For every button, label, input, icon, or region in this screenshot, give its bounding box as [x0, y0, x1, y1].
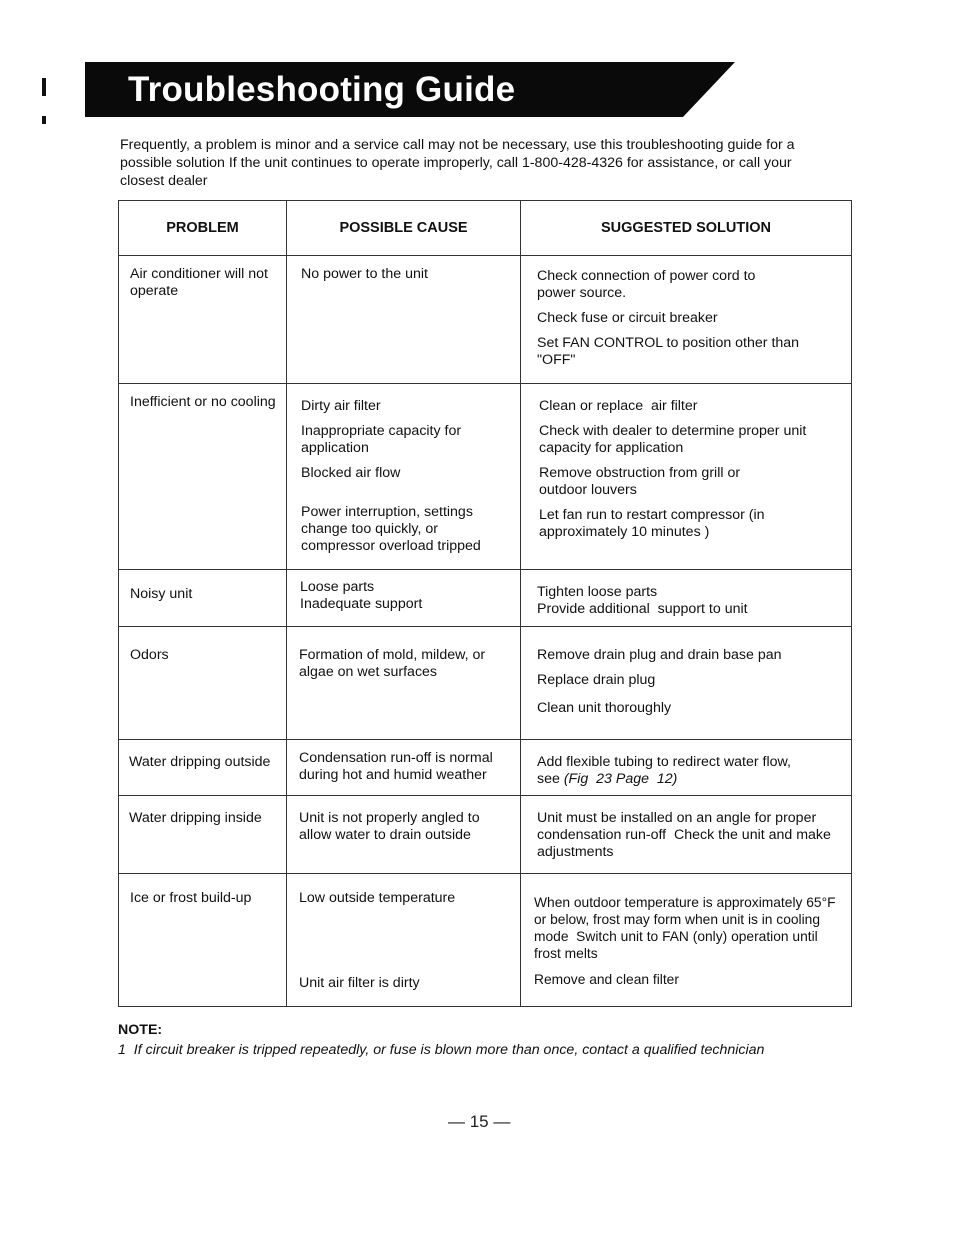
cause-item: Power interruption, settings change too …: [301, 504, 481, 554]
cause-cell: Low outside temperature Unit air filter …: [286, 873, 521, 1007]
cause-item: Loose parts: [300, 579, 375, 595]
margin-mark: [42, 116, 46, 124]
page-title: Troubleshooting Guide: [128, 70, 516, 109]
problem-cell: Water dripping inside: [118, 795, 287, 874]
intro-paragraph: Frequently, a problem is minor and a ser…: [120, 137, 795, 189]
cause-item: Inadequate support: [300, 596, 423, 612]
problem-cell: Water dripping outside: [118, 739, 287, 796]
cause-cell: No power to the unit: [286, 255, 521, 384]
problem-cell: Air conditioner will not operate: [118, 255, 287, 384]
solution-cell: Unit must be installed on an angle for p…: [520, 795, 852, 874]
solution-item: When outdoor temperature is approximatel…: [534, 895, 840, 961]
table-row: Air conditioner will not operate No powe…: [118, 255, 852, 384]
solution-cell: Tighten loose parts Provide additional s…: [520, 569, 852, 627]
solution-item: Clean unit thoroughly: [537, 700, 672, 716]
cause-cell: Dirty air filter Inappropriate capacity …: [286, 383, 521, 570]
solution-cell: Add flexible tubing to redirect water fl…: [520, 739, 852, 796]
solution-item: Check fuse or circuit breaker: [537, 310, 718, 326]
solution-item: Provide additional support to unit: [537, 601, 748, 617]
note-label: NOTE:: [118, 1022, 163, 1038]
cause-item: Low outside temperature: [299, 890, 456, 906]
solution-item: Remove drain plug and drain base pan: [537, 647, 782, 663]
table-row: Water dripping inside Unit is not proper…: [118, 795, 852, 874]
table-row: Inefficient or no cooling Dirty air filt…: [118, 383, 852, 570]
solution-item: Tighten loose parts: [537, 584, 658, 600]
problem-cell: Noisy unit: [118, 569, 287, 627]
solution-item: Remove and clean filter: [534, 972, 679, 987]
problem-cell: Odors: [118, 626, 287, 740]
cause-item: Formation of mold, mildew, or algae on w…: [299, 647, 486, 680]
cause-item: Inappropriate capacity for application: [301, 423, 462, 456]
solution-cell: Clean or replace air filter Check with d…: [520, 383, 852, 570]
cause-cell: Formation of mold, mildew, or algae on w…: [286, 626, 521, 740]
cause-cell: Condensation run-off is normal during ho…: [286, 739, 521, 796]
table-header-row: PROBLEM POSSIBLE CAUSE SUGGESTED SOLUTIO…: [118, 200, 852, 256]
cause-item: No power to the unit: [301, 266, 428, 282]
solution-item: Remove obstruction from grill or outdoor…: [539, 465, 741, 498]
table-row: Odors Formation of mold, mildew, or alga…: [118, 626, 852, 740]
table-row: Ice or frost build-up Low outside temper…: [118, 873, 852, 1007]
solution-ref-prefix: see: [537, 771, 564, 787]
solution-ref-line: see (Fig 23 Page 12): [537, 771, 847, 788]
cause-item: Blocked air flow: [301, 465, 401, 481]
solution-item: Check connection of power cord to power …: [537, 268, 756, 301]
figure-reference: (Fig 23 Page 12): [563, 771, 678, 787]
solution-cell: When outdoor temperature is approximatel…: [520, 873, 852, 1007]
problem-cell: Inefficient or no cooling: [118, 383, 287, 570]
solution-cell: Remove drain plug and drain base pan Rep…: [520, 626, 852, 740]
cause-item: Condensation run-off is normal during ho…: [299, 750, 493, 783]
note-text: 1 If circuit breaker is tripped repeated…: [118, 1042, 765, 1058]
solution-item: Replace drain plug: [537, 672, 656, 688]
solution-item: Check with dealer to determine proper un…: [539, 423, 807, 456]
problem-cell: Ice or frost build-up: [118, 873, 287, 1007]
solution-cell: Check connection of power cord to power …: [520, 255, 852, 384]
table-row: Water dripping outside Condensation run-…: [118, 739, 852, 796]
table-row: Noisy unit Loose parts Inadequate suppor…: [118, 569, 852, 627]
solution-item: Unit must be installed on an angle for p…: [537, 810, 835, 860]
header-suggested-solution: SUGGESTED SOLUTION: [520, 200, 852, 256]
solution-item: Let fan run to restart compressor (in ap…: [539, 507, 765, 540]
page-number: — 15 —: [448, 1112, 511, 1131]
troubleshooting-table: PROBLEM POSSIBLE CAUSE SUGGESTED SOLUTIO…: [118, 200, 852, 1007]
cause-item: Unit is not properly angled to allow wat…: [299, 810, 480, 843]
margin-mark: [42, 78, 46, 96]
header-problem: PROBLEM: [118, 200, 287, 256]
cause-cell: Unit is not properly angled to allow wat…: [286, 795, 521, 874]
cause-item: Dirty air filter: [301, 398, 381, 414]
cause-cell: Loose parts Inadequate support: [286, 569, 521, 627]
header-possible-cause: POSSIBLE CAUSE: [286, 200, 521, 256]
cause-item: Unit air filter is dirty: [299, 975, 420, 991]
solution-item: Set FAN CONTROL to position other than "…: [537, 335, 800, 368]
solution-item: Add flexible tubing to redirect water fl…: [537, 754, 791, 770]
solution-item: Clean or replace air filter: [539, 398, 698, 414]
